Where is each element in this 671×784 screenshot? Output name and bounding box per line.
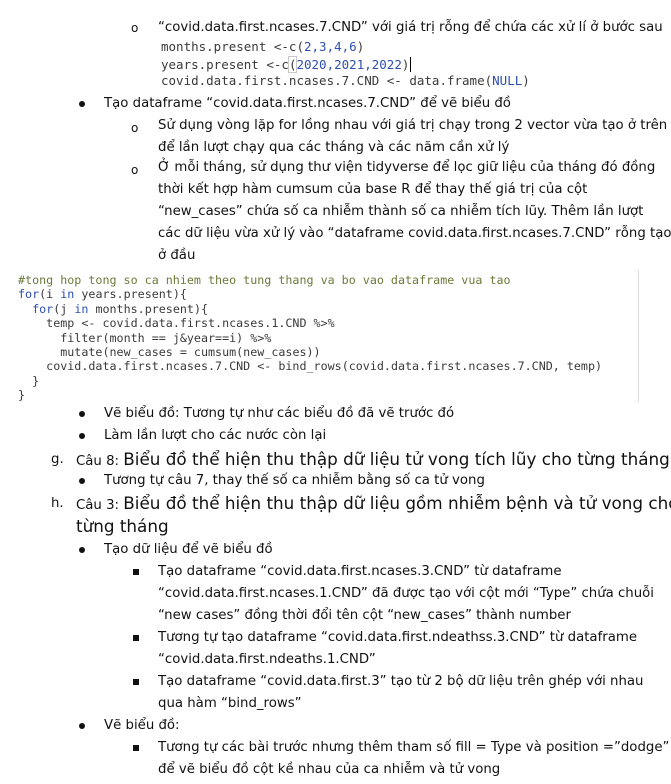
bullet-icon [79,101,85,107]
text-line: Tạo dataframe “covid.data.first.3” tạo t… [158,674,644,689]
circle-bullet-icon: o [131,163,139,177]
square-bullet-icon [133,569,139,575]
text-line: “new cases” đồng thời đổi tên cột “new_c… [158,608,571,623]
code-line-months: months.present <-c(2,3,4,6) [161,39,365,54]
section-heading-h-cont: từng tháng [76,516,169,536]
text-line: Tương tự câu 7, thay thế số ca nhiễm bằn… [104,473,485,488]
text-line: Tương tự tạo dataframe “covid.data.first… [158,630,638,645]
bullet-icon [79,478,85,484]
text-line: Sử dụng vòng lặp for lồng nhau với giá t… [158,118,668,133]
bullet-icon [79,723,85,729]
bullet-icon [79,411,85,417]
text-line: ở đầu [158,248,196,263]
square-bullet-icon [133,635,139,641]
text-line: các dữ liệu vừa xử lý vào “dataframe cov… [158,226,671,241]
text-line: Vẽ biểu đồ: Tương tự như các biểu đồ đã … [104,406,455,421]
text-line: Làm lần lượt cho các nước còn lại [104,428,327,443]
bullet-icon [79,547,85,553]
circle-bullet-icon: o [131,121,139,135]
list-label-g: g. [51,452,64,467]
text-line: thời kết hợp hàm cumsum của base R để th… [158,182,588,197]
section-heading-h: Câu 3: Biểu đồ thể hiện thu thập dữ liệu… [76,493,671,513]
list-label-h: h. [51,496,64,511]
square-bullet-icon [133,679,139,685]
code-line-years: years.present <-c(2020,2021,2022) [161,56,412,73]
text-line: Vẽ biểu đồ: [104,718,180,733]
text-line: để lần lượt chạy qua các tháng và các nă… [158,140,510,155]
circle-bullet-icon: o [131,21,139,35]
code-line-dataframe: covid.data.first.ncases.7.CND <- data.fr… [161,73,530,88]
text-line: Tạo dữ liệu để vẽ biểu đồ [104,542,273,557]
bullet-icon [79,433,85,439]
code-comment: #tong hop tong so ca nhiem theo tung tha… [18,273,511,287]
code-block-content: #tong hop tong so ca nhiem theo tung tha… [18,273,603,403]
text-line: để vẽ biểu đồ cột kề nhau của ca nhiễm v… [158,762,501,777]
text-line: Tương tự các bài trước nhưng thêm tham s… [158,740,670,755]
text-line: Ở mỗi tháng, sử dụng thư viện tidyverse … [158,160,656,175]
text-line: “covid.data.first.ndeaths.1.CND” [158,652,376,667]
text-line: Tạo dataframe “covid.data.first.ncases.7… [104,96,511,111]
text-line: qua hàm “bind_rows” [158,696,302,711]
text-line: “covid.data.first.ncases.7.CND” với giá … [158,20,663,35]
text-line: Tạo dataframe “covid.data.first.ncases.3… [158,564,562,579]
square-bullet-icon [133,745,139,751]
text-line: “covid.data.first.ncases.1.CND” đã được … [158,586,654,601]
text-line: “new_cases” chứa số ca nhiễm thành số ca… [158,204,644,219]
